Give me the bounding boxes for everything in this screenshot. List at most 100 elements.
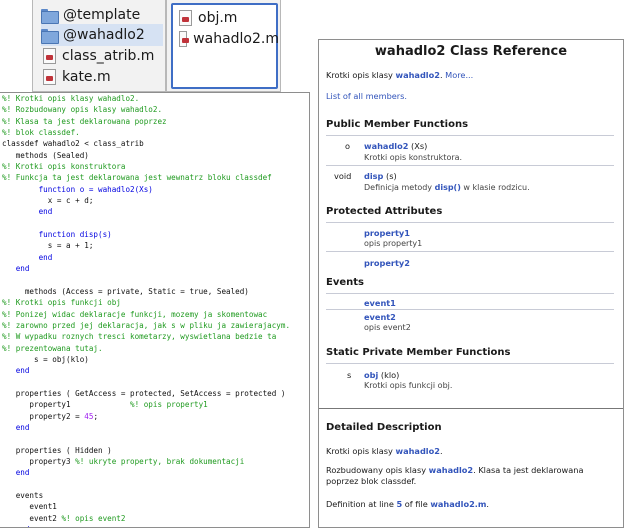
code-editor[interactable]: %! Krotki opis klasy wahadlo2. %! Rozbudo… [0,92,310,528]
class-reference-document: wahadlo2 Class Reference Krotki opis kla… [318,39,624,528]
code-comment: %! Klasa ta jest deklarowana poprzez [2,116,167,126]
code-line: function disp(s) [0,229,309,240]
member-link-wahadlo2[interactable]: wahadlo2 [364,141,408,151]
member-description: Krotki opis funkcji obj. [364,381,453,390]
file-item-template-folder[interactable]: @template [41,4,163,26]
code-line: %! Krotki opis konstruktora [0,161,309,172]
code-comment: %! zarowno przed jej deklaracja, jak s w… [2,320,291,330]
code-token: x = c + d; [2,196,94,206]
code-line: events [0,490,309,501]
code-line: end [0,263,309,274]
code-token: event1 [2,502,57,512]
brief-prefix: Krotki opis klasy [326,70,396,80]
divider [326,363,614,364]
m-file-icon [43,48,56,64]
def-mid: of file [402,499,431,509]
code-token: events [2,491,44,501]
code-comment: %! Rozbudowany opis klasy wahadlo2. [2,105,163,115]
folder-icon [41,28,59,44]
code-line: methods (Access = private, Static = true… [0,286,309,297]
code-token: end [2,264,30,274]
det-suffix: . [439,446,443,456]
code-line: %! Klasa ta jest deklarowana poprzez [0,116,309,127]
code-line: classdef wahadlo2 < class_atrib [0,138,309,149]
event-description: opis event2 [364,323,411,332]
code-line: end [0,422,309,433]
file-link[interactable]: wahadlo2.m [430,499,486,509]
code-token: function o = wahadlo2(Xs) [2,184,153,194]
code-line: s = a + 1; [0,240,309,251]
file-browser-left-pane: @template @wahadlo2 class_atrib.m kate.m [32,0,166,92]
m-file-icon [43,69,56,85]
code-token: event2 [2,513,62,523]
code-comment: %! Funkcja ta jest deklarowana jest wewn… [2,173,272,183]
detailed-body: Rozbudowany opis klasy wahadlo2. Klasa t… [326,465,583,475]
section-events: Events [326,277,364,288]
code-token: ; [93,411,99,421]
divider [326,251,614,252]
code-line: properties ( Hidden ) [0,445,309,456]
member-signature: obj (klo) [364,370,399,380]
code-line: s = obj(klo) [0,354,309,365]
file-item-wahadlo2-m[interactable]: wahadlo2.m [179,28,279,50]
code-token: methods (Sealed) [2,150,89,160]
code-comment: %! W wypadku roznych tresci kometarzy, w… [2,332,277,342]
event-link-event2[interactable]: event2 [364,312,396,322]
member-args: (klo) [378,370,400,380]
code-comment: %! Krotki opis klasy wahadlo2. [2,94,140,103]
class-link[interactable]: wahadlo2 [429,465,473,475]
code-comment: %! prezentowana tutaj. [2,343,103,353]
attr-link-property2[interactable]: property2 [364,258,410,268]
code-token: end [2,366,30,376]
member-args: (s) [383,171,397,181]
divider [326,165,614,166]
detailed-body-line2: poprzez blok classdef. [326,476,417,486]
file-item-wahadlo2-folder[interactable]: @wahadlo2 [41,24,163,46]
m-file-icon [179,10,192,26]
list-members-link[interactable]: List of all members. [326,91,407,101]
folder-icon [41,8,59,24]
member-link-disp[interactable]: disp [364,171,383,181]
def-suffix: . [486,499,490,509]
section-protected-attributes: Protected Attributes [326,206,443,217]
code-token: end [2,207,53,217]
more-link[interactable]: More... [445,70,473,80]
section-static-private-member-functions: Static Private Member Functions [326,347,511,358]
code-token: s = obj(klo) [2,354,89,364]
def-prefix: Definition at line [326,499,397,509]
file-item-kate[interactable]: kate.m [43,66,163,88]
file-list[interactable]: obj.m wahadlo2.m [171,3,279,89]
file-item-label: kate.m [62,69,111,85]
brief-description: Krotki opis klasy wahadlo2. More... [326,70,473,80]
member-type: void [334,171,352,181]
code-comment: %! opis event2 [61,513,126,523]
class-link[interactable]: wahadlo2 [396,446,440,456]
code-line: %! Funkcja ta jest deklarowana jest wewn… [0,172,309,183]
divider [326,309,614,310]
file-item-label: @template [63,7,141,23]
member-link-obj[interactable]: obj [364,370,378,380]
file-item-class-atrib[interactable]: class_atrib.m [43,45,163,67]
code-token: classdef wahadlo2 < class_atrib [2,139,144,149]
file-item-obj[interactable]: obj.m [179,7,279,29]
member-description: Krotki opis konstruktora. [364,153,463,162]
member-description: Definicja metody disp() w klasie rodzicu… [364,183,530,192]
code-token: property3 [2,457,76,466]
code-line: %! prezentowana tutaj. [0,343,309,354]
code-token: end [2,422,30,432]
code-token: end [2,252,53,262]
attr-link-property1[interactable]: property1 [364,228,410,238]
code-token: function disp(s) [2,230,112,240]
det-prefix: Rozbudowany opis klasy [326,465,429,475]
code-line: %! Rozbudowany opis klasy wahadlo2. [0,104,309,115]
code-line: property2 = 45; [0,411,309,422]
event-link-event1[interactable]: event1 [364,298,396,308]
class-link[interactable]: wahadlo2 [396,70,440,80]
code-line: methods (Sealed) [0,150,309,161]
disp-link[interactable]: disp() [435,183,461,192]
member-signature: wahadlo2 (Xs) [364,141,427,151]
section-separator [319,408,623,409]
file-item-label: @wahadlo2 [63,27,145,43]
